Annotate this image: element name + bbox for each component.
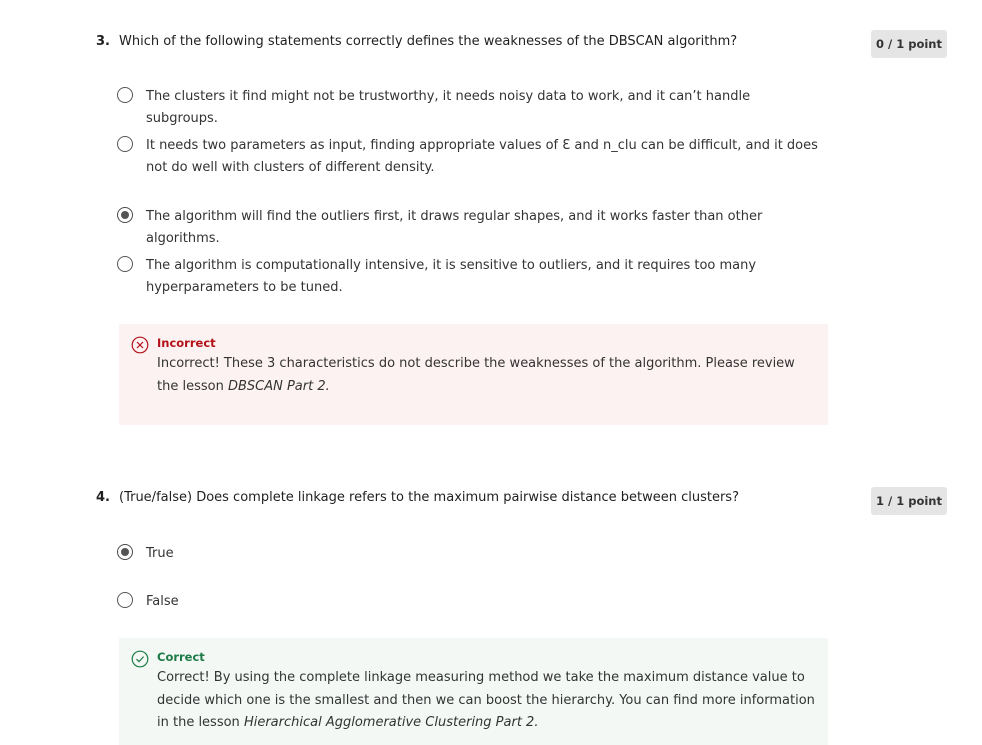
points-badge: 1 / 1 point bbox=[871, 487, 947, 515]
radio-button-selected[interactable] bbox=[117, 207, 133, 223]
radio-button[interactable] bbox=[117, 87, 133, 103]
question-number: 4. bbox=[96, 490, 110, 505]
radio-button[interactable] bbox=[117, 256, 133, 272]
question-text: (True/false) Does complete linkage refer… bbox=[119, 490, 739, 505]
answer-option-label: The algorithm will find the outliers fir… bbox=[146, 209, 763, 246]
answer-option-label: False bbox=[146, 594, 179, 609]
feedback-incorrect: Incorrect Incorrect! These 3 characteris… bbox=[119, 324, 828, 425]
lesson-reference: Hierarchical Agglomerative Clustering Pa… bbox=[243, 715, 539, 730]
feedback-status: Incorrect bbox=[157, 336, 216, 350]
answer-option-label: The clusters it find might not be trustw… bbox=[146, 89, 751, 126]
question-number: 3. bbox=[96, 34, 110, 49]
x-circle-icon bbox=[131, 336, 149, 354]
radio-button[interactable] bbox=[117, 136, 133, 152]
answer-option-label: The algorithm is computationally intensi… bbox=[146, 258, 757, 295]
lesson-reference: DBSCAN Part 2. bbox=[227, 378, 330, 394]
radio-button[interactable] bbox=[117, 592, 133, 608]
answer-option-label: It needs two parameters as input, findin… bbox=[146, 138, 818, 175]
feedback-text: Correct! By using the complete linkage m… bbox=[157, 667, 817, 735]
feedback-status: Correct bbox=[157, 650, 205, 664]
radio-button-selected[interactable] bbox=[117, 544, 133, 560]
answer-option-label: True bbox=[146, 546, 174, 561]
feedback-text: Incorrect! These 3 characteristics do no… bbox=[157, 353, 817, 398]
feedback-correct: Correct Correct! By using the complete l… bbox=[119, 638, 828, 745]
points-badge: 0 / 1 point bbox=[871, 30, 947, 58]
check-circle-icon bbox=[131, 650, 149, 668]
question-text: Which of the following statements correc… bbox=[119, 34, 738, 49]
